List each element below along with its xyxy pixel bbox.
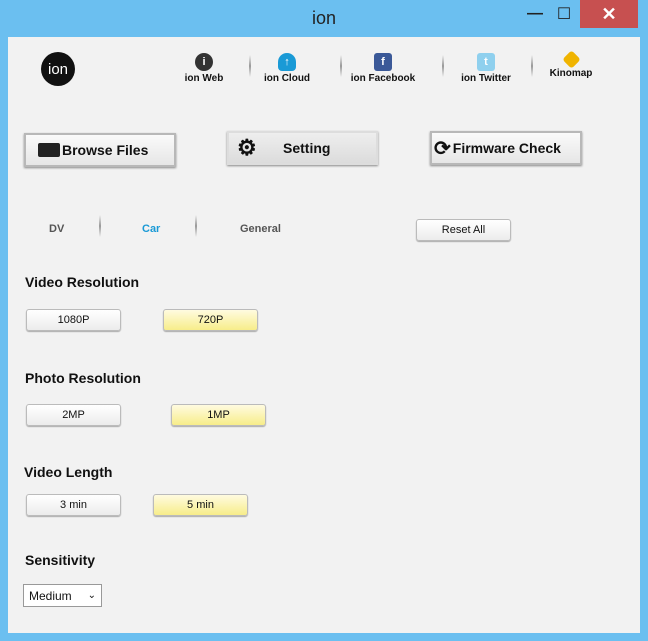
ion-logo: ion (41, 52, 75, 86)
option-2mp[interactable]: 2MP (26, 404, 121, 426)
link-label: ion Facebook (350, 73, 416, 84)
close-button[interactable]: ✕ (580, 0, 638, 28)
link-label: ion Web (184, 73, 224, 84)
browse-files-button[interactable]: Browse Files (24, 133, 176, 167)
tab-car[interactable]: Car (142, 223, 160, 235)
kinomap-icon (561, 50, 581, 69)
minimize-button[interactable]: — (520, 0, 550, 28)
cloud-upload-icon: ↑ (278, 53, 296, 71)
browse-label: Browse Files (62, 142, 149, 158)
chevron-down-icon: ⌄ (87, 590, 96, 601)
photo-resolution-heading: Photo Resolution (25, 370, 141, 386)
option-720p[interactable]: 720P (163, 309, 258, 331)
sensitivity-heading: Sensitivity (25, 552, 96, 568)
refresh-icon: ⟳ (434, 137, 451, 160)
twitter-icon: t (477, 53, 495, 71)
video-resolution-heading: Video Resolution (25, 274, 140, 290)
setting-button[interactable]: ⚙ Setting (227, 131, 378, 165)
link-label: ion Cloud (263, 73, 311, 84)
option-1mp[interactable]: 1MP (171, 404, 266, 426)
tab-dv[interactable]: DV (49, 223, 64, 235)
main-panel: ion i ion Web ↑ ion Cloud f ion Facebook ti… (8, 37, 640, 633)
tab-general[interactable]: General (240, 223, 281, 235)
folder-icon (38, 143, 60, 157)
option-5min[interactable]: 5 min (153, 494, 248, 516)
link-ion-twitter[interactable]: t ion Twitter (441, 53, 531, 84)
facebook-icon: f (374, 53, 392, 71)
maximize-button[interactable]: ☐ (550, 0, 578, 28)
link-label: Kinomap (549, 68, 593, 79)
link-ion-facebook[interactable]: f ion Facebook (338, 53, 428, 84)
ion-web-icon: i (195, 53, 213, 71)
sensitivity-select[interactable]: Medium ⌄ (23, 584, 102, 607)
option-1080p[interactable]: 1080P (26, 309, 121, 331)
firmware-label: Firmware Check (452, 140, 561, 156)
link-kinomap[interactable]: Kinomap (526, 50, 616, 79)
link-label: ion Twitter (461, 73, 511, 84)
gear-icon: ⚙ (237, 135, 257, 160)
link-ion-cloud[interactable]: ↑ ion Cloud (242, 53, 332, 84)
firmware-check-button[interactable]: ⟳ Firmware Check (430, 131, 582, 165)
setting-label: Setting (283, 140, 331, 156)
video-length-heading: Video Length (24, 464, 113, 480)
option-3min[interactable]: 3 min (26, 494, 121, 516)
sensitivity-value: Medium (29, 588, 72, 603)
divider (195, 215, 197, 237)
link-ion-web[interactable]: i ion Web (159, 53, 249, 84)
divider (99, 215, 101, 237)
reset-all-button[interactable]: Reset All (416, 219, 511, 241)
